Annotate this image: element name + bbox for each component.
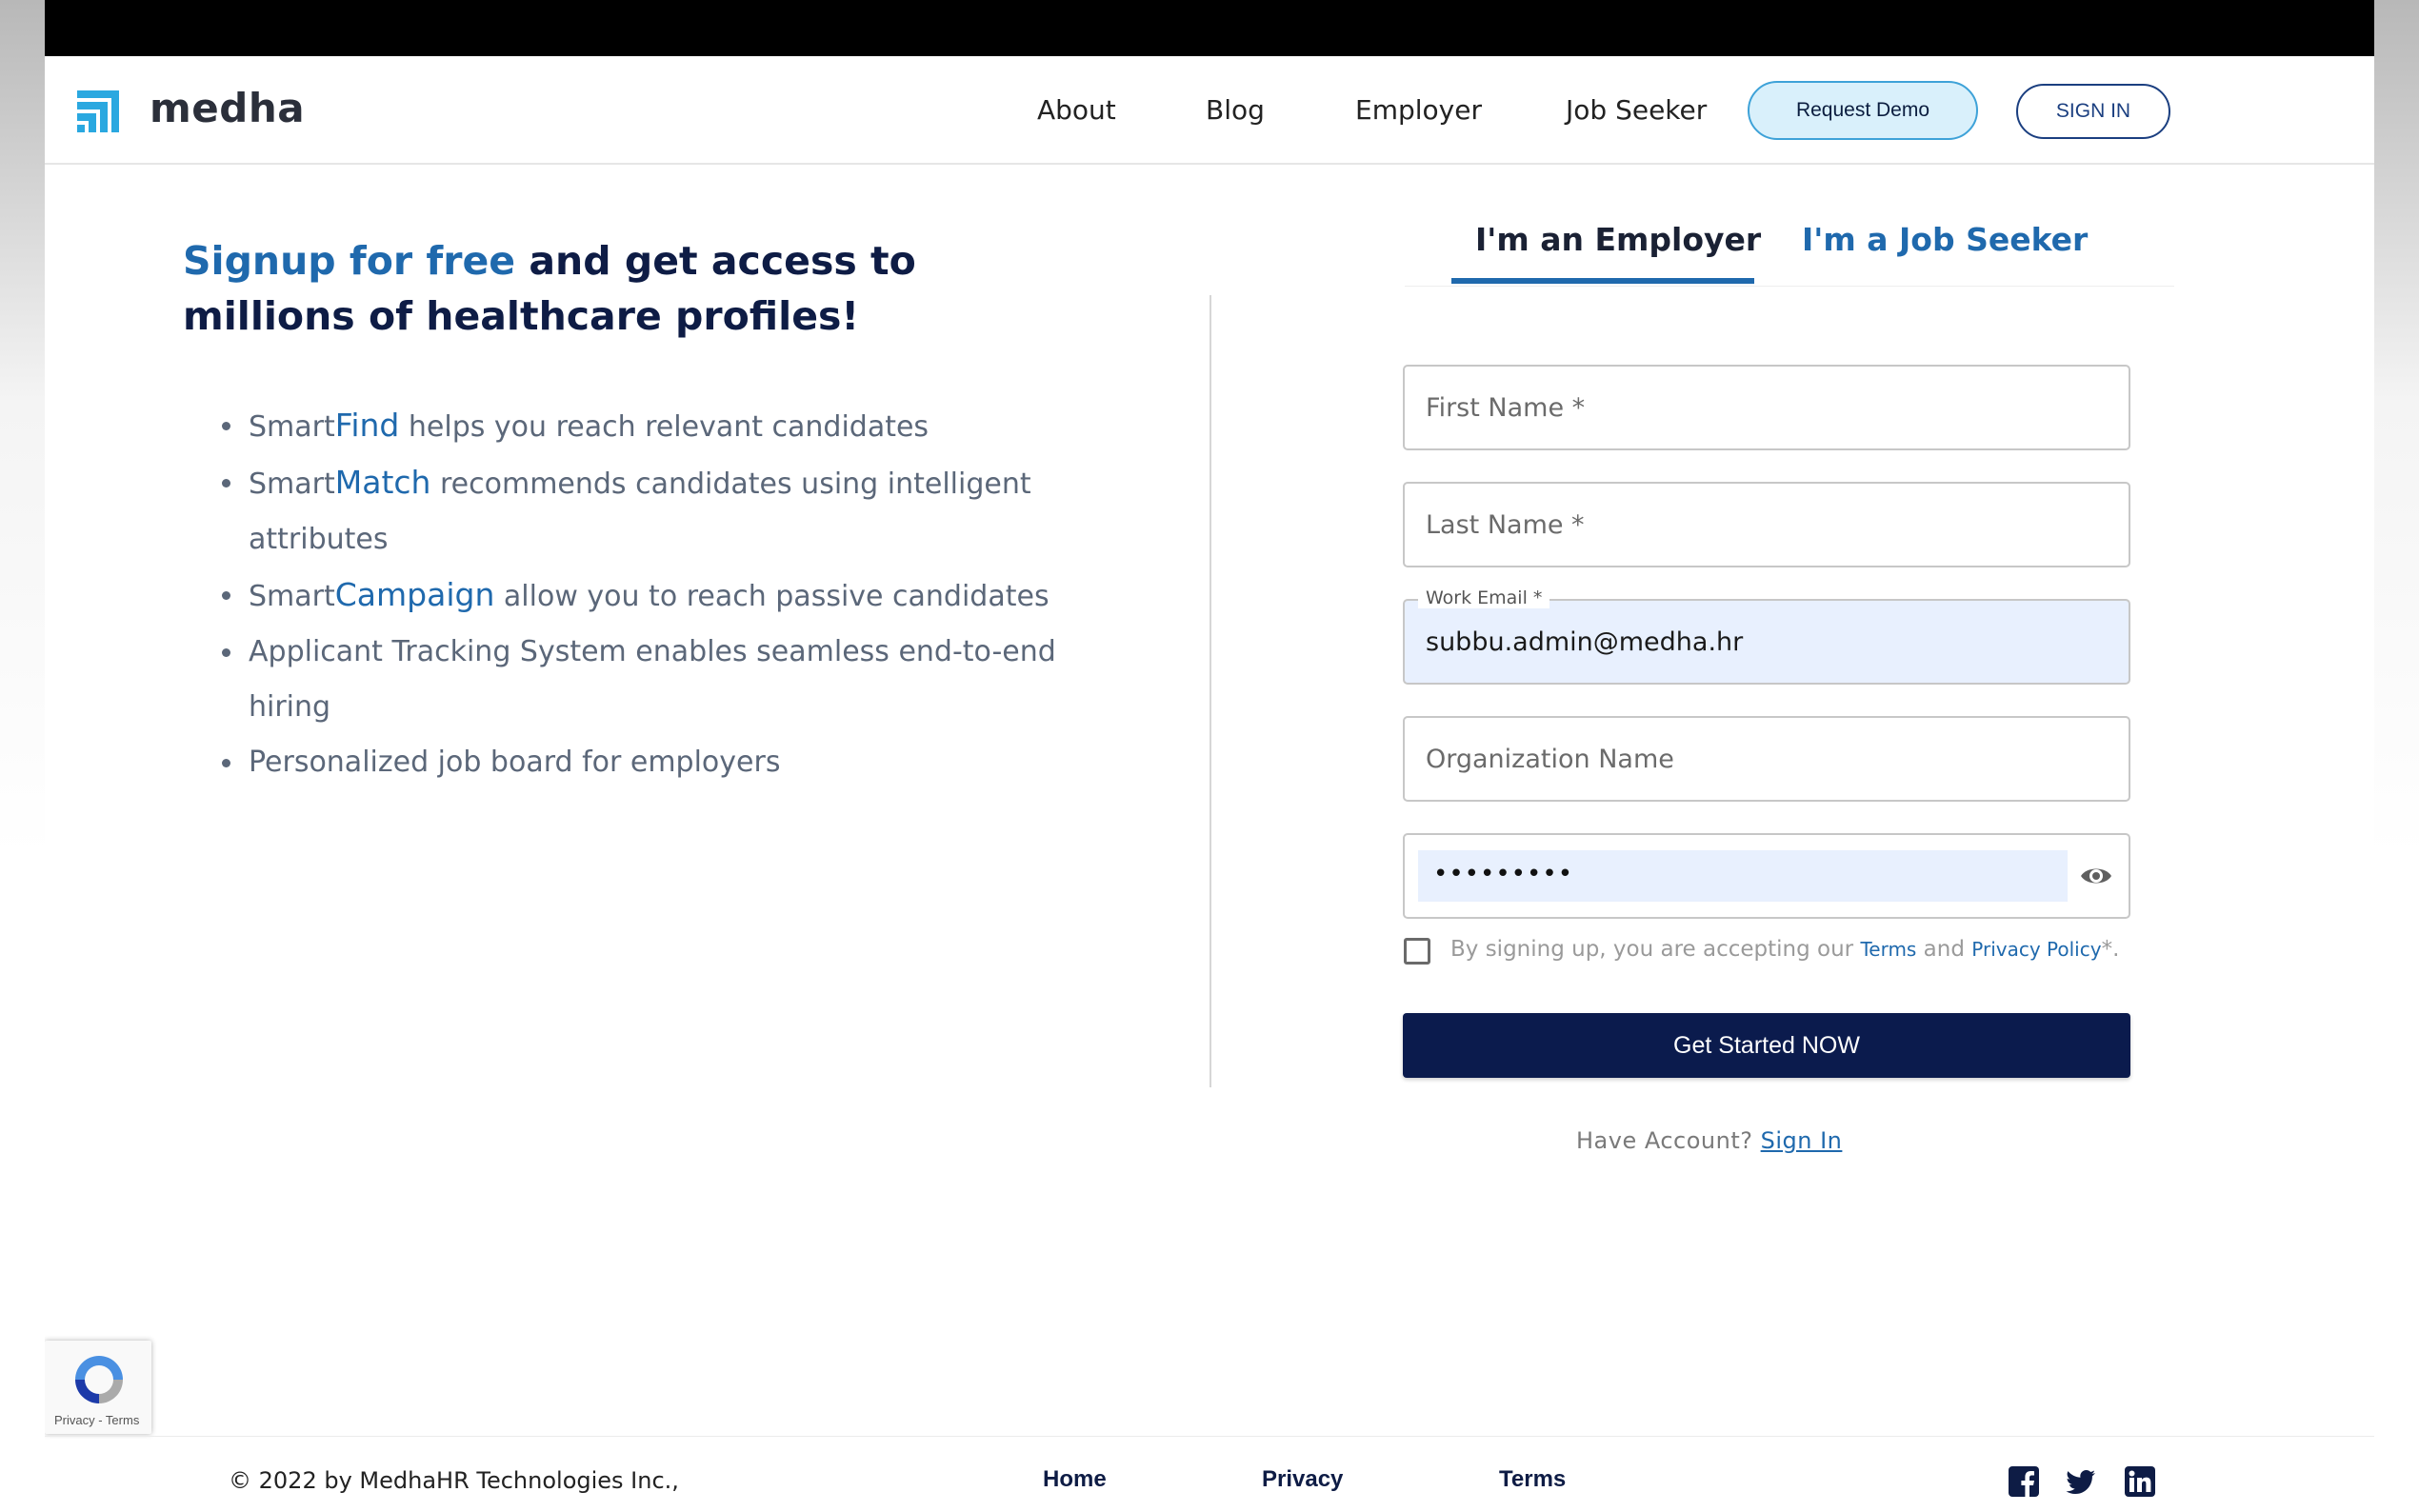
page-headline: Signup for free and get access to millio… (183, 233, 1040, 344)
have-account-label: Have Account? (1576, 1127, 1761, 1154)
work-email-field[interactable]: Work Email * subbu.admin@medha.hr (1403, 587, 2130, 685)
active-tab-indicator (1451, 278, 1754, 284)
feature-prefix: Smart (249, 410, 335, 444)
headline-accent: Signup for free (183, 238, 516, 284)
footer-home-link[interactable]: Home (1043, 1466, 1107, 1493)
feature-item: Applicant Tracking System enables seamle… (216, 625, 1121, 735)
have-account-text: Have Account? Sign In (1576, 1127, 1842, 1154)
nav-blog[interactable]: Blog (1206, 94, 1265, 126)
feature-highlight: Find (334, 407, 400, 444)
medha-logo-icon[interactable] (73, 87, 123, 136)
password-field[interactable]: ••••••••• (1403, 833, 2130, 919)
footer-privacy-link[interactable]: Privacy (1262, 1466, 1343, 1493)
linkedin-icon[interactable] (2125, 1466, 2155, 1497)
nav-employer[interactable]: Employer (1355, 94, 1482, 126)
organization-name-placeholder: Organization Name (1426, 745, 1674, 774)
sign-in-button[interactable]: SIGN IN (2016, 84, 2170, 139)
feature-item: SmartMatch recommends candidates using i… (216, 455, 1121, 567)
page-frame: medha About Blog Employer Job Seeker Req… (45, 0, 2374, 1512)
nav-about[interactable]: About (1037, 94, 1116, 126)
footer-terms-link[interactable]: Terms (1499, 1466, 1566, 1493)
last-name-field[interactable]: Last Name * (1403, 482, 2130, 567)
brand-name[interactable]: medha (150, 85, 305, 131)
recaptcha-links[interactable]: Privacy - Terms (54, 1413, 139, 1427)
terms-checkbox[interactable] (1404, 938, 1430, 965)
feature-text: helps you reach relevant candidates (399, 410, 930, 444)
recaptcha-icon (75, 1356, 123, 1403)
browser-top-bar (45, 0, 2374, 56)
footer-divider (45, 1436, 2374, 1437)
first-name-placeholder: First Name * (1426, 393, 1586, 423)
recaptcha-badge[interactable]: Privacy - Terms (45, 1341, 151, 1434)
work-email-label: Work Email * (1418, 587, 1550, 608)
twitter-icon[interactable] (2066, 1466, 2096, 1497)
feature-item: SmartCampaign allow you to reach passive… (216, 567, 1121, 625)
feature-prefix: Smart (249, 580, 335, 613)
last-name-placeholder: Last Name * (1426, 510, 1585, 540)
terms-prefix: By signing up, you are accepting our (1450, 937, 1861, 962)
first-name-field[interactable]: First Name * (1403, 365, 2130, 450)
show-password-eye-icon[interactable] (2079, 862, 2113, 890)
sign-in-link[interactable]: Sign In (1761, 1127, 1843, 1154)
copyright-text: © 2022 by MedhaHR Technologies Inc., (229, 1467, 679, 1494)
feature-list: SmartFind helps you reach relevant candi… (216, 398, 1121, 790)
organization-name-field[interactable]: Organization Name (1403, 716, 2130, 802)
get-started-button[interactable]: Get Started NOW (1403, 1013, 2130, 1078)
feature-highlight: Match (334, 464, 431, 501)
feature-text: allow you to reach passive candidates (494, 580, 1050, 613)
terms-suffix: *. (2101, 937, 2120, 962)
password-input[interactable]: ••••••••• (1418, 850, 2068, 902)
work-email-value: subbu.admin@medha.hr (1426, 627, 1744, 657)
tab-bar-line (1405, 286, 2174, 287)
terms-link[interactable]: Terms (1860, 938, 1916, 961)
feature-item: Personalized job board for employers (216, 735, 1121, 790)
terms-and: and (1916, 937, 1972, 962)
facebook-icon[interactable] (2009, 1466, 2039, 1497)
feature-prefix: Smart (249, 468, 335, 501)
site-header: medha About Blog Employer Job Seeker Req… (45, 56, 2374, 165)
password-mask: ••••••••• (1433, 860, 1574, 888)
vertical-divider (1210, 295, 1211, 1087)
tab-employer[interactable]: I'm an Employer (1475, 221, 1761, 258)
feature-highlight: Campaign (334, 576, 495, 613)
feature-text: Applicant Tracking System enables seamle… (249, 635, 1056, 724)
privacy-policy-link[interactable]: Privacy Policy (1971, 938, 2101, 961)
feature-text: Personalized job board for employers (249, 746, 781, 779)
feature-item: SmartFind helps you reach relevant candi… (216, 398, 1121, 455)
terms-text: By signing up, you are accepting our Ter… (1450, 937, 2119, 962)
nav-job-seeker[interactable]: Job Seeker (1566, 94, 1707, 126)
request-demo-button[interactable]: Request Demo (1748, 81, 1978, 140)
tab-job-seeker[interactable]: I'm a Job Seeker (1802, 221, 2088, 258)
